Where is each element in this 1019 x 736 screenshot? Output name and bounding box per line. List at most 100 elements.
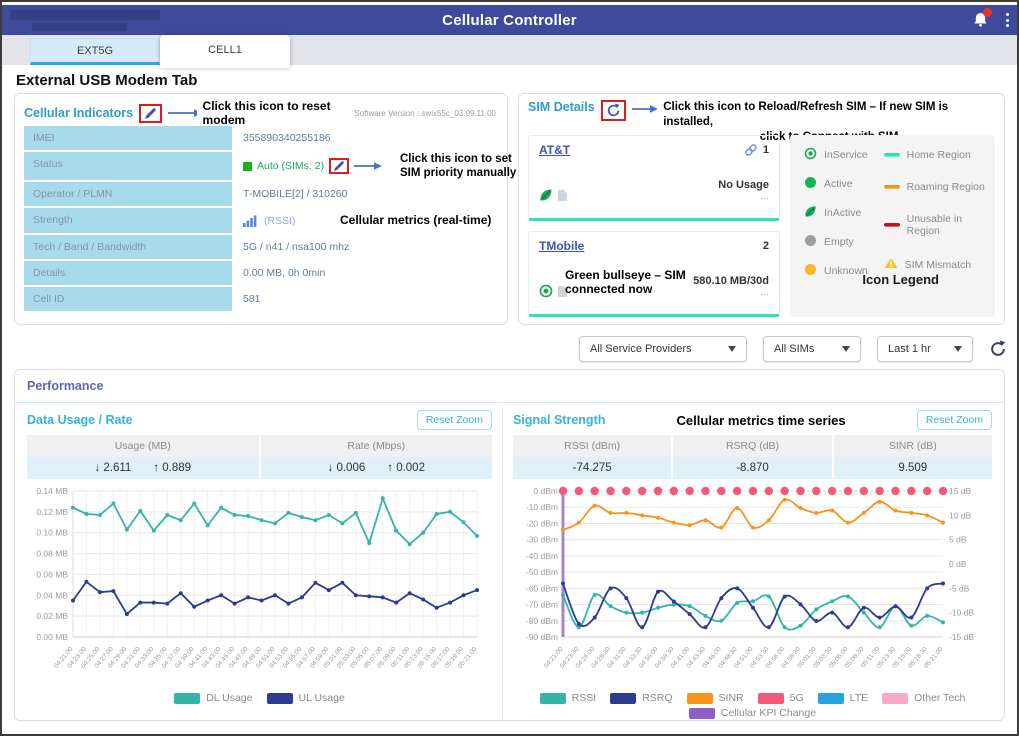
svg-text:-15 dB: -15 dB: [949, 632, 974, 642]
leaf-icon: [804, 205, 817, 221]
chart-legend-item-ul-usage[interactable]: UL Usage: [267, 692, 345, 704]
chart-legend-item-5g[interactable]: 5G: [758, 692, 804, 704]
sim-slot-number: 1: [763, 144, 769, 156]
annotation-arrow: [168, 108, 196, 118]
filter-bar: All Service Providers All SIMs Last 1 hr: [2, 331, 1017, 367]
signal-chart-wrap: 0 dBm-10 dBm-20 dBm-30 dBm-40 dBm-50 dBm…: [513, 483, 992, 696]
table-row: Strength (RSSI) Cellular metrics (real-t…: [24, 208, 498, 233]
sim-details-header: SIM Details Click this icon to Reload/Re…: [528, 100, 995, 132]
usage-chart[interactable]: 0.14 MB 0.12 MB 0.10 MB 0.08 MB 0.06 MB 0.04 …: [27, 483, 487, 691]
dot-amber-icon: [804, 263, 817, 279]
app-title: Cellular Controller: [442, 12, 577, 29]
reset-zoom-button[interactable]: Reset Zoom: [917, 410, 992, 430]
sim-slot-number: 2: [763, 240, 769, 252]
stats-value: ↓ 0.006↑ 0.002: [261, 457, 493, 479]
signal-chart[interactable]: 0 dBm-10 dBm-20 dBm-30 dBm-40 dBm-50 dBm…: [513, 483, 985, 691]
tab-cell1[interactable]: CELL1: [160, 35, 290, 68]
table-row: Details 0.00 MB, 0h 0min: [24, 261, 498, 285]
svg-text:-30 dBm: -30 dBm: [526, 535, 558, 545]
reload-icon: [606, 103, 621, 118]
triangle-yellow-icon: [884, 257, 898, 272]
sims-dropdown[interactable]: All SIMs: [763, 336, 861, 362]
chart-legend-item-rssi[interactable]: RSSI: [540, 692, 597, 704]
dash-teal-icon: [884, 149, 900, 161]
sim-card-tmobile[interactable]: TMobile 2: [528, 231, 780, 317]
svg-text:0.02 MB: 0.02 MB: [36, 611, 68, 621]
dash-orange-icon: [884, 181, 900, 193]
svg-text:0.08 MB: 0.08 MB: [36, 549, 68, 559]
svg-text:0.04 MB: 0.04 MB: [36, 590, 68, 600]
sim-priority-annotation: Click this icon to set SIM priority manu…: [400, 152, 570, 181]
table-row: Cell ID 581: [24, 287, 498, 311]
chart-legend-item-dl-usage[interactable]: DL Usage: [174, 692, 252, 704]
svg-text:0.10 MB: 0.10 MB: [36, 528, 68, 538]
dash-red-icon: [884, 219, 900, 231]
stats-value: ↓ 2.611↑ 0.889: [27, 457, 259, 479]
chart-legend-item-lte[interactable]: LTE: [818, 692, 868, 704]
bullseye-annotation: Green bullseye – SIM connected now: [565, 268, 725, 297]
cellular-indicators-panel: Cellular Indicators Click this icon to r…: [14, 93, 508, 325]
service-provider-dropdown[interactable]: All Service Providers: [579, 336, 747, 362]
legend-swatch: [689, 708, 715, 719]
tab-ext5g[interactable]: EXT5G: [30, 38, 160, 65]
svg-text:0.00 MB: 0.00 MB: [36, 632, 68, 642]
refresh-charts-button[interactable]: [989, 340, 1007, 358]
signal-bars-icon: [243, 214, 259, 227]
svg-text:-90 dBm: -90 dBm: [526, 632, 558, 642]
inactive-leaf-icon: [539, 188, 553, 202]
chart-legend-item-other-tech[interactable]: Other Tech: [882, 692, 965, 704]
top-panels: Cellular Indicators Click this icon to r…: [2, 93, 1017, 325]
annotation-arrow: [632, 104, 658, 114]
redacted-breadcrumb: [32, 23, 127, 31]
redacted-logo: [10, 10, 160, 20]
sim-link-tmobile[interactable]: TMobile: [539, 239, 584, 253]
annotation-arrow: [354, 161, 382, 171]
indicator-table: IMEI 355890340255186 Status Auto (SIMs: …: [24, 126, 498, 311]
usage-stats-table: Usage (MB)↓ 2.611↑ 0.889Rate (Mbps)↓ 0.0…: [27, 435, 492, 479]
notification-badge: [983, 8, 992, 17]
icon-legend-panel: InServiceActiveInActiveEmptyUnknown Home…: [790, 135, 995, 317]
svg-text:10 dB: 10 dB: [949, 510, 972, 520]
svg-text:0 dB: 0 dB: [949, 559, 967, 569]
svg-text:5 dB: 5 dB: [949, 535, 967, 545]
time-range-dropdown[interactable]: Last 1 hr: [877, 336, 973, 362]
legend-item-home-region: Home Region: [884, 149, 985, 161]
svg-text:15 dB: 15 dB: [949, 486, 972, 496]
performance-panel: Performance Data Usage / Rate Reset Zoom…: [14, 369, 1005, 721]
legend-swatch: [818, 693, 844, 704]
kebab-menu-icon[interactable]: [1004, 11, 1011, 29]
table-row: Status Auto (SIMs: 2): [24, 152, 498, 180]
signal-chart-legend: RSSI RSRQ SINR 5G LTE Other Tech Cellular KPI …: [513, 692, 992, 719]
pencil-icon: [333, 160, 345, 172]
app-header: Cellular Controller: [2, 5, 1017, 35]
svg-text:-70 dBm: -70 dBm: [526, 600, 558, 610]
data-usage-section: Data Usage / Rate Reset Zoom Usage (MB)↓…: [27, 407, 503, 719]
sim-content: AT&T 1: [528, 135, 995, 317]
svg-text:0.14 MB: 0.14 MB: [36, 486, 68, 496]
sim-priority-button[interactable]: [329, 158, 349, 174]
svg-text:0.06 MB: 0.06 MB: [36, 569, 68, 579]
svg-text:-80 dBm: -80 dBm: [526, 616, 558, 626]
dropdown-arrow-icon: [728, 346, 736, 352]
chart-legend-item-cellular-kpi-change[interactable]: Cellular KPI Change: [689, 707, 816, 719]
cellular-indicators-header: Cellular Indicators Click this icon to r…: [24, 100, 498, 126]
dot-gray-icon: [804, 234, 817, 250]
inservice-bullseye-icon: [539, 284, 553, 298]
stats-header: RSSI (dBm): [513, 435, 671, 457]
dropdown-arrow-icon: [842, 346, 850, 352]
sim-details-title: SIM Details: [528, 100, 595, 114]
chart-legend-item-sinr[interactable]: SINR: [687, 692, 744, 704]
data-usage-title: Data Usage / Rate: [27, 413, 133, 427]
reset-modem-button[interactable]: [139, 104, 162, 123]
notifications-bell-icon[interactable]: [972, 11, 990, 29]
legend-item-active: Active: [804, 176, 884, 192]
reset-zoom-button[interactable]: Reset Zoom: [417, 410, 492, 430]
header-actions: [972, 5, 1011, 35]
stats-header: RSRQ (dB): [673, 435, 831, 457]
reload-sim-button[interactable]: [601, 100, 626, 121]
svg-text:-60 dBm: -60 dBm: [526, 583, 558, 593]
tab-bar: EXT5G CELL1: [2, 35, 1017, 65]
chart-legend-item-rsrq[interactable]: RSRQ: [610, 692, 672, 704]
table-row: Operator / PLMN T-MOBILE[2] / 310260: [24, 182, 498, 206]
svg-text:0.12 MB: 0.12 MB: [36, 507, 68, 517]
